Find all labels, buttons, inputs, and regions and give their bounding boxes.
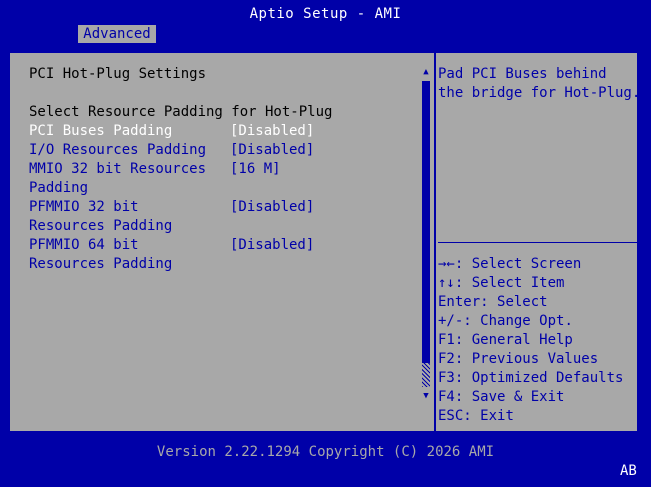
key-legend-item: F1: General Help (438, 332, 573, 348)
key-arrows-ud-icon: ↑↓ (438, 275, 455, 291)
setting-value-mmio32-resources[interactable]: [16 M] (230, 160, 281, 179)
scroll-track-remainder (422, 363, 430, 387)
tab-advanced[interactable]: Advanced (78, 25, 156, 43)
setting-label-io-resources-padding[interactable]: I/O Resources Padding (29, 141, 206, 160)
scrollbar[interactable]: ▲ ▼ (420, 67, 432, 401)
setting-label-pfmmio64[interactable]: PFMMIO 64 bit (29, 236, 139, 255)
title-bar: Aptio Setup - AMI Advanced (0, 0, 651, 48)
setting-label-pfmmio32[interactable]: PFMMIO 32 bit (29, 198, 139, 217)
scroll-up-icon[interactable]: ▲ (420, 67, 432, 77)
help-text-line-1: Pad PCI Buses behind (438, 66, 607, 82)
key-legend-item: +/-: Change Opt. (438, 313, 573, 329)
footer-badge: AB (620, 463, 637, 479)
section-label: Select Resource Padding for Hot-Plug (29, 104, 333, 120)
key-legend-item: ESC: Exit (438, 408, 514, 424)
help-text-line-2: the bridge for Hot-Plug. (438, 85, 641, 101)
help-divider (438, 242, 638, 243)
scroll-down-icon[interactable]: ▼ (420, 391, 432, 401)
key-legend-item: ↑↓: Select Item (438, 275, 565, 291)
key-legend-item: F3: Optimized Defaults (438, 370, 624, 386)
setting-label-pfmmio64-line2[interactable]: Resources Padding (29, 255, 172, 274)
setting-value-io-resources-padding[interactable]: [Disabled] (230, 141, 314, 160)
footer-version: Version 2.22.1294 Copyright (C) 2026 AMI (156, 444, 495, 460)
setting-label-mmio32-resources-line2[interactable]: Padding (29, 179, 88, 198)
main-frame: PCI Hot-Plug Settings Select Resource Pa… (8, 51, 641, 433)
app-title: Aptio Setup - AMI (249, 6, 402, 22)
page-title: PCI Hot-Plug Settings (29, 66, 207, 82)
pane-divider (434, 53, 436, 431)
key-legend-item: F4: Save & Exit (438, 389, 565, 405)
setting-label-pci-buses-padding[interactable]: PCI Buses Padding (29, 122, 172, 141)
key-arrows-lr-icon: →← (438, 256, 455, 272)
key-legend-item: F2: Previous Values (438, 351, 599, 367)
setting-label-mmio32-resources[interactable]: MMIO 32 bit Resources (29, 160, 206, 179)
setting-value-pci-buses-padding[interactable]: [Disabled] (230, 122, 314, 141)
setting-label-pfmmio32-line2[interactable]: Resources Padding (29, 217, 172, 236)
setting-value-pfmmio64[interactable]: [Disabled] (230, 236, 314, 255)
key-legend-item: Enter: Select (438, 294, 548, 310)
scroll-thumb[interactable] (422, 81, 430, 383)
key-legend-item: →←: Select Screen (438, 256, 582, 272)
setting-value-pfmmio32[interactable]: [Disabled] (230, 198, 314, 217)
